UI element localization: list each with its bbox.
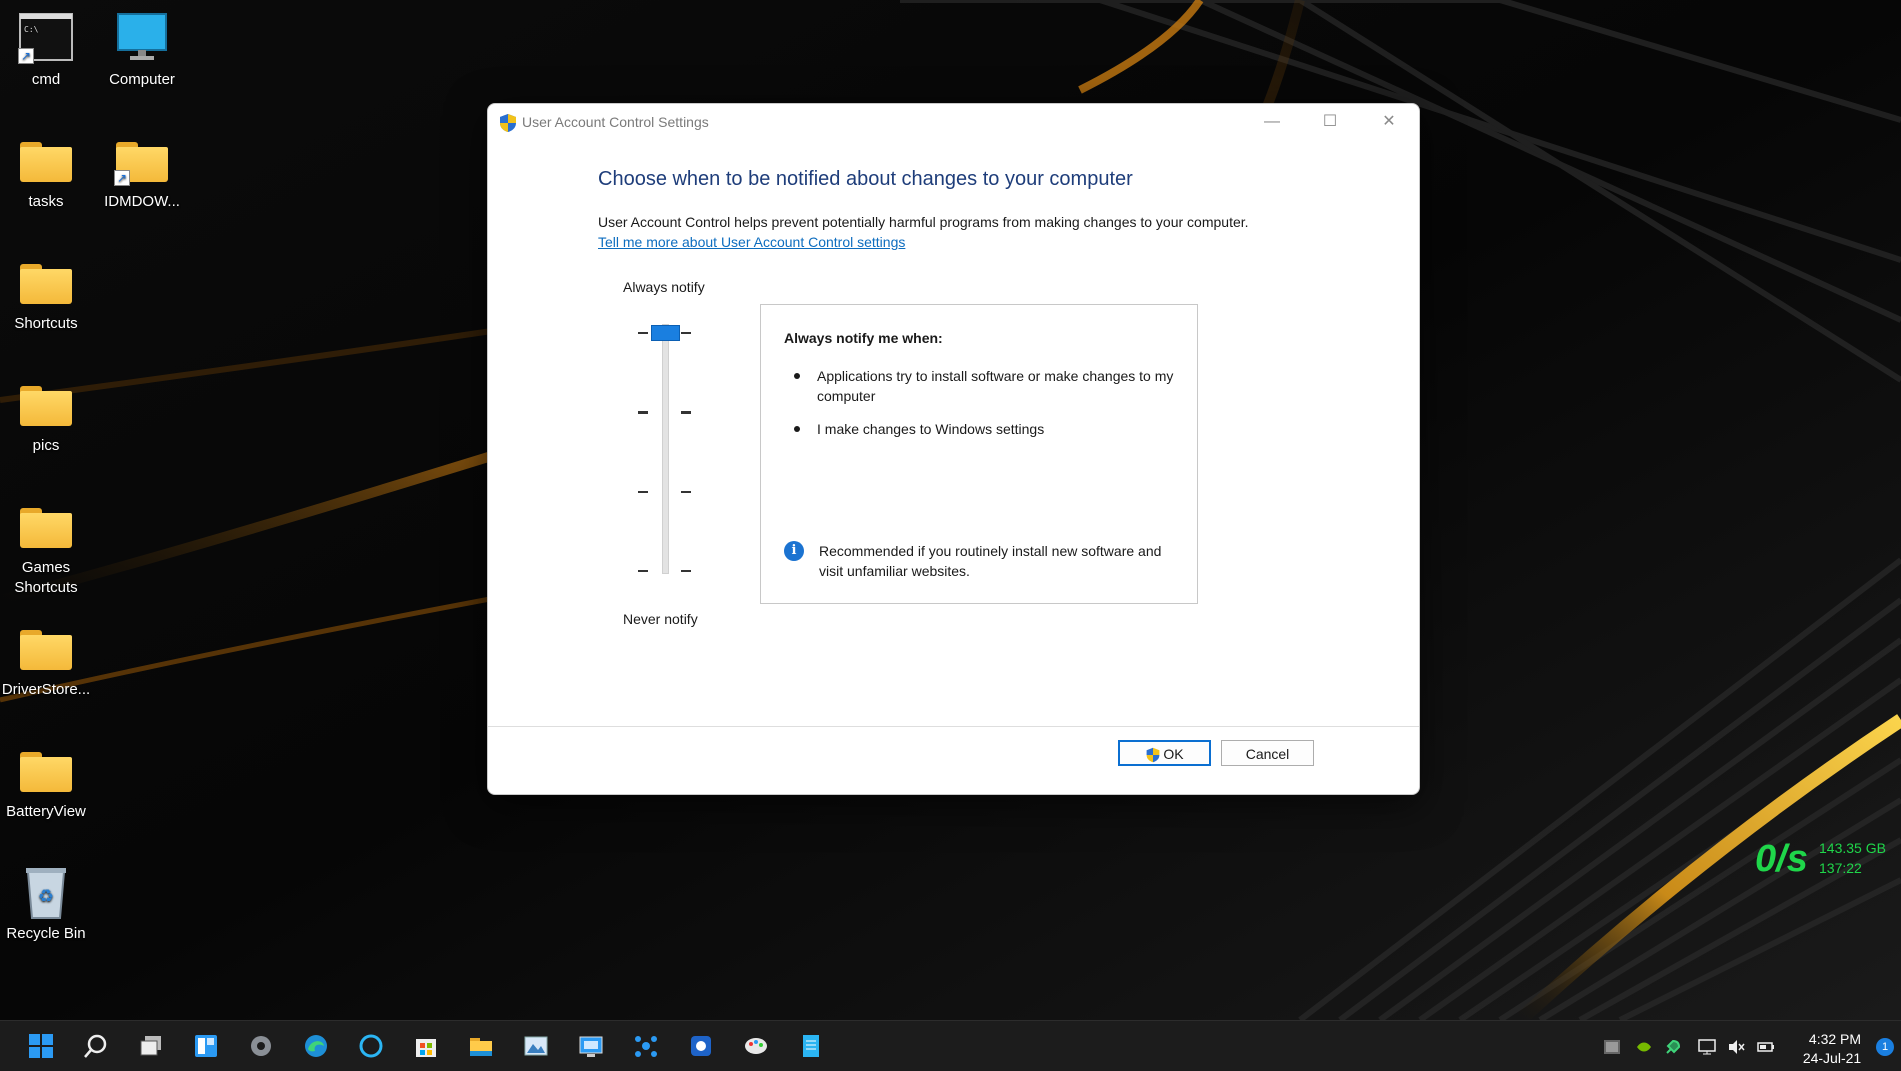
battery-icon[interactable] — [1757, 1038, 1775, 1056]
slider-tick — [681, 332, 691, 334]
file-explorer-icon[interactable] — [468, 1033, 494, 1059]
search-icon[interactable] — [83, 1033, 109, 1059]
slider-tick — [638, 332, 648, 334]
network-app-icon[interactable] — [633, 1033, 659, 1059]
recommendation-text: Recommended if you routinely install new… — [819, 543, 1162, 579]
folder-icon — [20, 508, 72, 548]
description-panel: Always notify me when: Applications try … — [760, 304, 1198, 604]
folder-icon — [20, 386, 72, 426]
svg-text:♻: ♻ — [38, 886, 54, 907]
folder-icon — [20, 630, 72, 670]
slider-thumb[interactable] — [651, 325, 680, 341]
desktop-icon-label: Computer — [109, 71, 175, 88]
shortcut-arrow-icon: ↗ — [114, 170, 130, 186]
maximize-button[interactable]: ☐ — [1301, 104, 1359, 140]
ok-button[interactable]: OK — [1118, 740, 1211, 766]
computer-monitor-icon — [117, 13, 167, 60]
footer-divider — [488, 726, 1419, 727]
slider-tick — [681, 411, 691, 414]
volume-muted-icon[interactable] — [1727, 1038, 1745, 1056]
slider-tick — [638, 411, 648, 414]
description-text: User Account Control helps prevent poten… — [598, 214, 1249, 230]
desktop-icon-pics[interactable]: pics — [0, 376, 94, 456]
desktop-icon-batteryview[interactable]: BatteryView — [0, 742, 94, 822]
remote-desktop-icon[interactable] — [578, 1033, 604, 1059]
desktop-icon-cmd[interactable]: C:\ ↗ cmd — [0, 10, 94, 90]
desktop-icon-label: IDMDOW... — [104, 193, 180, 210]
clock-date[interactable]: 24-Jul-21 — [1797, 1050, 1867, 1066]
nvidia-icon[interactable] — [1635, 1038, 1653, 1056]
slider-top-label: Always notify — [623, 279, 705, 295]
desktop-icon-label: BatteryView — [6, 803, 86, 820]
ok-button-label: OK — [1163, 746, 1184, 762]
desktop-icon-computer[interactable]: Computer — [94, 10, 190, 90]
folder-icon — [20, 752, 72, 792]
window-title: User Account Control Settings — [522, 114, 709, 130]
folder-icon — [20, 142, 72, 182]
cortana-icon[interactable] — [358, 1033, 384, 1059]
taskbar: 4:32 PM 24-Jul-21 1 — [0, 1020, 1901, 1071]
task-view-icon[interactable] — [138, 1033, 164, 1059]
rocket-icon[interactable] — [1664, 1038, 1682, 1056]
title-bar[interactable]: User Account Control Settings — ☐ ✕ — [488, 104, 1419, 140]
folder-icon — [20, 264, 72, 304]
photos-icon[interactable] — [523, 1033, 549, 1059]
cancel-button[interactable]: Cancel — [1221, 740, 1314, 766]
minimize-button[interactable]: — — [1243, 104, 1301, 140]
windows-start-icon[interactable] — [28, 1033, 54, 1059]
clock-time[interactable]: 4:32 PM — [1805, 1031, 1865, 1047]
recycle-bin-icon: ♻ — [26, 868, 66, 919]
network-speed: 0/s — [1755, 838, 1808, 880]
network-uptime: 137:22 — [1819, 860, 1862, 876]
learn-more-link[interactable]: Tell me more about User Account Control … — [598, 234, 905, 250]
desktop-icon-label: cmd — [31, 71, 61, 88]
widgets-icon[interactable] — [193, 1033, 219, 1059]
bullet-icon — [794, 373, 800, 379]
notepad-icon[interactable] — [798, 1033, 824, 1059]
slider-track[interactable] — [662, 324, 669, 574]
desktop-icon-driverstore[interactable]: DriverStore... — [0, 620, 94, 700]
notification-badge[interactable]: 1 — [1876, 1038, 1894, 1056]
desktop-icon-label: tasks — [28, 193, 64, 210]
tray-app-icon[interactable] — [1603, 1038, 1621, 1056]
shortcut-arrow-icon: ↗ — [18, 48, 34, 64]
settings-gear-icon[interactable] — [248, 1033, 274, 1059]
desktop-icon-tasks[interactable]: tasks — [0, 132, 94, 212]
slider-bottom-label: Never notify — [623, 611, 698, 627]
page-heading: Choose when to be notified about changes… — [598, 168, 1133, 190]
desktop-icon-label: Recycle Bin — [6, 925, 86, 942]
network-status-icon[interactable] — [1698, 1038, 1716, 1056]
slider-tick — [681, 491, 691, 493]
desktop-icon-games-shortcuts[interactable]: Games Shortcuts — [0, 498, 94, 598]
slider-tick — [681, 570, 691, 572]
bullet-item: Applications try to install software or … — [817, 368, 1174, 404]
panel-title: Always notify me when: — [784, 330, 943, 346]
network-total: 143.35 GB — [1819, 840, 1886, 856]
desktop-icon-label: Shortcuts — [14, 315, 78, 332]
security-app-icon[interactable] — [688, 1033, 714, 1059]
desktop-icon-label: Games Shortcuts — [14, 559, 78, 596]
paint-app-icon[interactable] — [743, 1033, 769, 1059]
desktop-icon-label: pics — [32, 437, 60, 454]
bullet-item: I make changes to Windows settings — [817, 421, 1045, 437]
store-icon[interactable] — [413, 1033, 439, 1059]
uac-shield-icon — [1146, 748, 1160, 763]
uac-settings-window: User Account Control Settings — ☐ ✕ Choo… — [487, 103, 1420, 795]
edge-browser-icon[interactable] — [303, 1033, 329, 1059]
desktop-icon-label: DriverStore... — [1, 681, 91, 698]
desktop-icon-recycle-bin[interactable]: ♻ Recycle Bin — [0, 864, 94, 944]
desktop-icon-shortcuts[interactable]: Shortcuts — [0, 254, 94, 334]
uac-shield-icon — [500, 114, 516, 132]
slider-tick — [638, 570, 648, 572]
slider-tick — [638, 491, 648, 493]
info-icon: i — [784, 541, 804, 561]
svg-text:C:\: C:\ — [24, 25, 39, 34]
close-button[interactable]: ✕ — [1360, 104, 1418, 140]
desktop-icon-idmdow[interactable]: ↗ IDMDOW... — [94, 132, 190, 212]
bullet-icon — [794, 426, 800, 432]
